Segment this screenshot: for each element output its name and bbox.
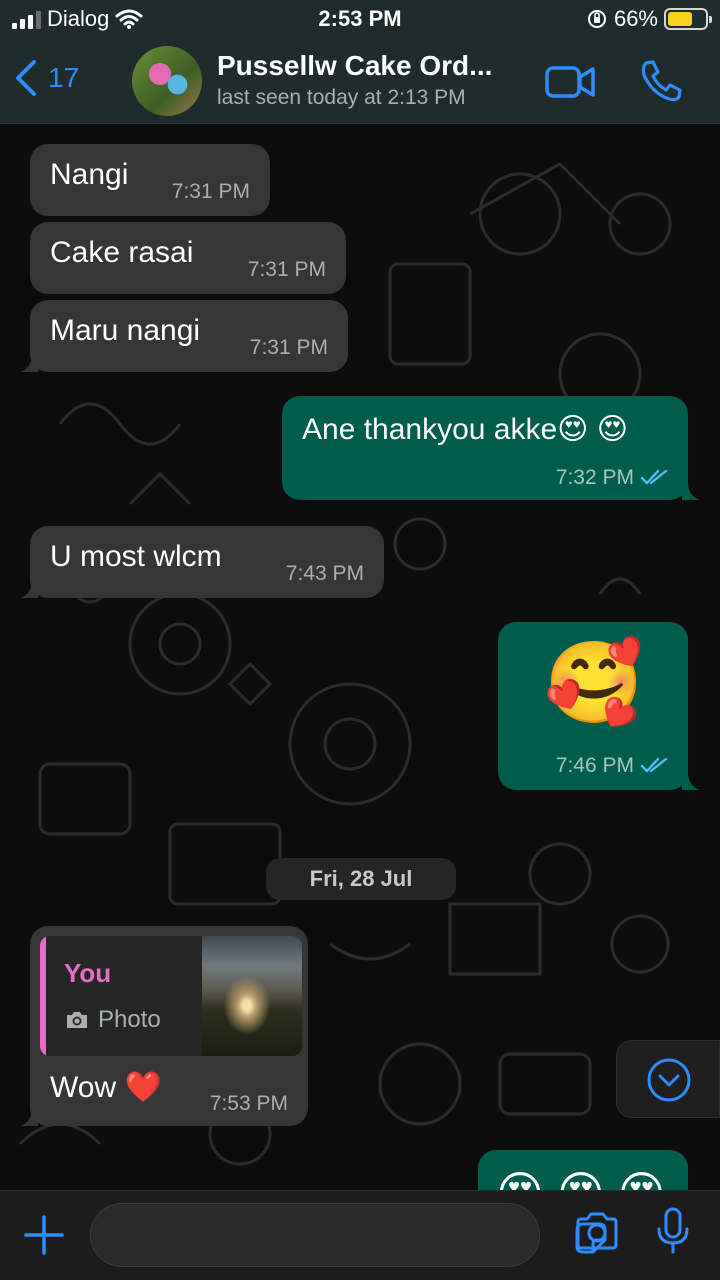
- message-text: Cake rasai: [50, 236, 194, 269]
- message-time: 7:53 PM: [209, 1092, 288, 1115]
- quoted-photo-text: Photo: [98, 1006, 161, 1033]
- video-call-icon[interactable]: [544, 62, 596, 102]
- bubble-tail: [682, 482, 700, 500]
- message-input[interactable]: [111, 1204, 481, 1268]
- message-text: U most wlcm: [50, 540, 222, 573]
- message-incoming[interactable]: Cake rasai 7:31 PM: [30, 222, 346, 294]
- message-time: 7:31 PM: [247, 258, 326, 281]
- message-emoji: 😍 😍 😍: [496, 1166, 665, 1190]
- chat-header: 17 Pussellw Cake Ord... last seen today …: [0, 40, 720, 124]
- back-chevron-icon: [16, 60, 36, 96]
- contact-avatar[interactable]: [132, 46, 202, 116]
- bubble-tail: [20, 354, 38, 372]
- unread-count: 17: [48, 62, 80, 93]
- message-text: Ane thankyou akke😍 😍: [302, 413, 629, 446]
- message-text: Nangi: [50, 158, 129, 191]
- message-outgoing[interactable]: 🥰 7:46 PM: [498, 622, 688, 790]
- message-incoming[interactable]: Maru nangi 7:31 PM: [30, 300, 348, 372]
- message-time: 7:43 PM: [285, 562, 364, 585]
- message-time: 7:31 PM: [171, 180, 250, 203]
- message-emoji: 🥰: [544, 638, 644, 727]
- read-ticks-icon: [640, 469, 668, 485]
- message-time: 7:32 PM: [555, 466, 634, 489]
- quote-bar: [40, 936, 46, 1056]
- chat-area[interactable]: Nangi 7:31 PM Cake rasai 7:31 PM Maru na…: [0, 124, 720, 1190]
- quoted-message[interactable]: You Photo: [40, 936, 302, 1056]
- read-ticks-icon: [640, 757, 668, 773]
- bubble-tail: [20, 580, 38, 598]
- camera-icon: [67, 1012, 87, 1028]
- quoted-photo-thumbnail: [202, 936, 302, 1056]
- orientation-lock-icon: [587, 10, 606, 28]
- message-time: 7:46 PM: [555, 754, 634, 777]
- quoted-author: You: [64, 958, 112, 988]
- plus-icon[interactable]: [24, 1215, 64, 1255]
- composer: [0, 1190, 720, 1280]
- date-separator: Fri, 28 Jul: [266, 858, 456, 900]
- phone-call-icon[interactable]: [638, 58, 684, 104]
- message-incoming[interactable]: Nangi 7:31 PM: [30, 144, 270, 216]
- quoted-photo-label: Photo: [64, 1006, 161, 1034]
- battery-percent: 66%: [613, 6, 658, 31]
- battery-icon: [664, 8, 712, 30]
- last-seen: last seen today at 2:13 PM: [217, 86, 466, 109]
- scroll-down-icon: [647, 1058, 691, 1102]
- camera-icon[interactable]: [574, 1211, 620, 1251]
- back-button[interactable]: 17: [14, 58, 79, 98]
- message-outgoing[interactable]: Ane thankyou akke😍 😍 7:32 PM: [282, 396, 688, 500]
- message-outgoing[interactable]: 😍 😍 😍: [478, 1150, 688, 1190]
- message-time: 7:31 PM: [249, 336, 328, 359]
- status-bar: Dialog 2:53 PM 66%: [0, 0, 720, 40]
- message-text: Wow ❤️: [50, 1071, 162, 1104]
- bubble-tail: [682, 772, 700, 790]
- contact-name[interactable]: Pussellw Cake Ord...: [217, 50, 527, 82]
- message-text: Maru nangi: [50, 314, 201, 347]
- message-input-container[interactable]: [90, 1203, 607, 1268]
- message-incoming-reply[interactable]: You Photo Wow ❤️ 7:53 PM: [30, 926, 308, 1126]
- bubble-tail: [20, 1108, 38, 1126]
- message-incoming[interactable]: U most wlcm 7:43 PM: [30, 526, 384, 598]
- microphone-icon[interactable]: [656, 1207, 690, 1255]
- scroll-to-bottom-button[interactable]: [616, 1040, 720, 1118]
